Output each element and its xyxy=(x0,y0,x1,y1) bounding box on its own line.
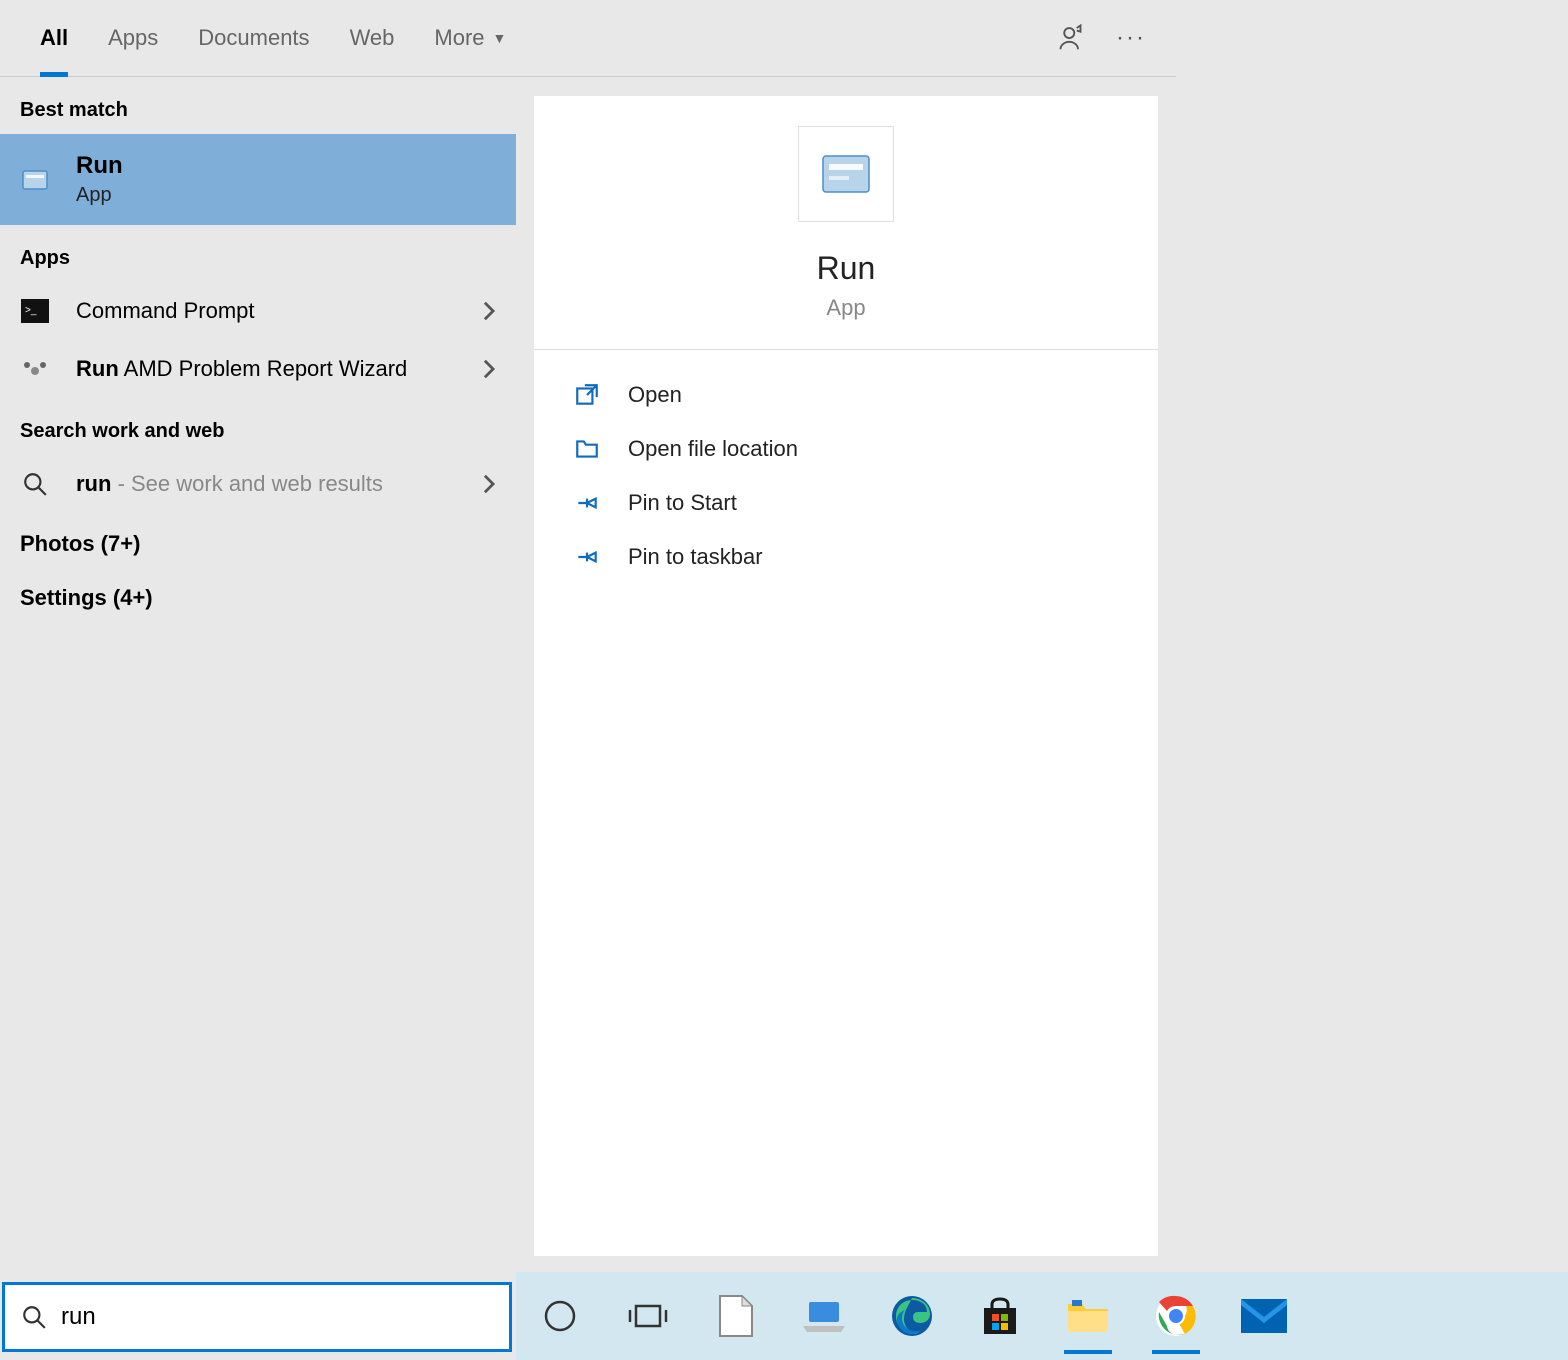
more-options-icon[interactable]: ··· xyxy=(1116,24,1146,52)
caret-down-icon: ▼ xyxy=(493,30,507,46)
taskbar-taskview-icon[interactable] xyxy=(622,1290,674,1342)
tab-more[interactable]: More▼ xyxy=(414,0,526,77)
result-label: Run AMD Problem Report Wizard xyxy=(76,356,456,382)
taskbar-cortana-icon[interactable] xyxy=(534,1290,586,1342)
action-pin-taskbar[interactable]: Pin to taskbar xyxy=(534,530,1158,584)
detail-app-icon xyxy=(798,126,894,222)
action-label: Pin to taskbar xyxy=(628,544,763,570)
cmd-icon: >_ xyxy=(20,296,50,326)
detail-title: Run xyxy=(817,250,876,287)
tab-all[interactable]: All xyxy=(20,0,88,77)
best-match-subtitle: App xyxy=(76,184,123,207)
results-column: Best match Run App Apps >_ Command Promp… xyxy=(0,77,516,1280)
search-input[interactable] xyxy=(61,1303,493,1331)
open-icon xyxy=(574,382,600,408)
filter-tabs: All Apps Documents Web More▼ ··· xyxy=(0,0,1176,77)
best-match-title: Run xyxy=(76,152,123,180)
feedback-icon[interactable] xyxy=(1058,23,1088,53)
tab-documents[interactable]: Documents xyxy=(178,0,329,77)
taskbar-libreoffice-icon[interactable] xyxy=(710,1290,762,1342)
taskbar-mail-icon[interactable] xyxy=(1238,1290,1290,1342)
search-box[interactable] xyxy=(2,1282,512,1352)
action-pin-start[interactable]: Pin to Start xyxy=(534,476,1158,530)
chevron-right-icon xyxy=(482,473,496,495)
chevron-right-icon xyxy=(482,358,496,380)
section-settings[interactable]: Settings (4+) xyxy=(0,567,516,621)
svg-text:>_: >_ xyxy=(25,305,37,316)
result-label: run - See work and web results xyxy=(76,471,456,497)
pin-icon xyxy=(574,490,600,516)
pin-icon xyxy=(574,544,600,570)
taskbar-chrome-icon[interactable] xyxy=(1150,1290,1202,1342)
taskbar-laptop-icon[interactable] xyxy=(798,1290,850,1342)
best-match-item[interactable]: Run App xyxy=(0,134,516,225)
section-photos[interactable]: Photos (7+) xyxy=(0,513,516,567)
result-amd-wizard[interactable]: Run AMD Problem Report Wizard xyxy=(0,340,516,398)
taskbar-store-icon[interactable] xyxy=(974,1290,1026,1342)
result-label: Command Prompt xyxy=(76,298,456,324)
detail-subtitle: App xyxy=(826,295,865,321)
action-label: Open file location xyxy=(628,436,798,462)
amd-icon xyxy=(20,354,50,384)
action-label: Open xyxy=(628,382,682,408)
taskbar-explorer-icon[interactable] xyxy=(1062,1290,1114,1342)
detail-pane: Run App Open Open file location Pin to S… xyxy=(534,96,1158,1256)
action-open-location[interactable]: Open file location xyxy=(534,422,1158,476)
tab-web[interactable]: Web xyxy=(330,0,415,77)
section-apps: Apps xyxy=(0,225,516,282)
section-best-match: Best match xyxy=(0,77,516,134)
folder-icon xyxy=(574,436,600,462)
action-open[interactable]: Open xyxy=(534,368,1158,422)
tab-apps[interactable]: Apps xyxy=(88,0,178,77)
taskbar xyxy=(516,1272,1568,1360)
run-app-icon xyxy=(20,165,50,195)
taskbar-edge-icon[interactable] xyxy=(886,1290,938,1342)
section-search-web: Search work and web xyxy=(0,398,516,455)
action-label: Pin to Start xyxy=(628,490,737,516)
search-icon xyxy=(20,469,50,499)
result-web-search[interactable]: run - See work and web results xyxy=(0,455,516,513)
result-command-prompt[interactable]: >_ Command Prompt xyxy=(0,282,516,340)
search-icon xyxy=(21,1304,47,1330)
search-panel: All Apps Documents Web More▼ ··· Best ma… xyxy=(0,0,1176,1280)
chevron-right-icon xyxy=(482,300,496,322)
